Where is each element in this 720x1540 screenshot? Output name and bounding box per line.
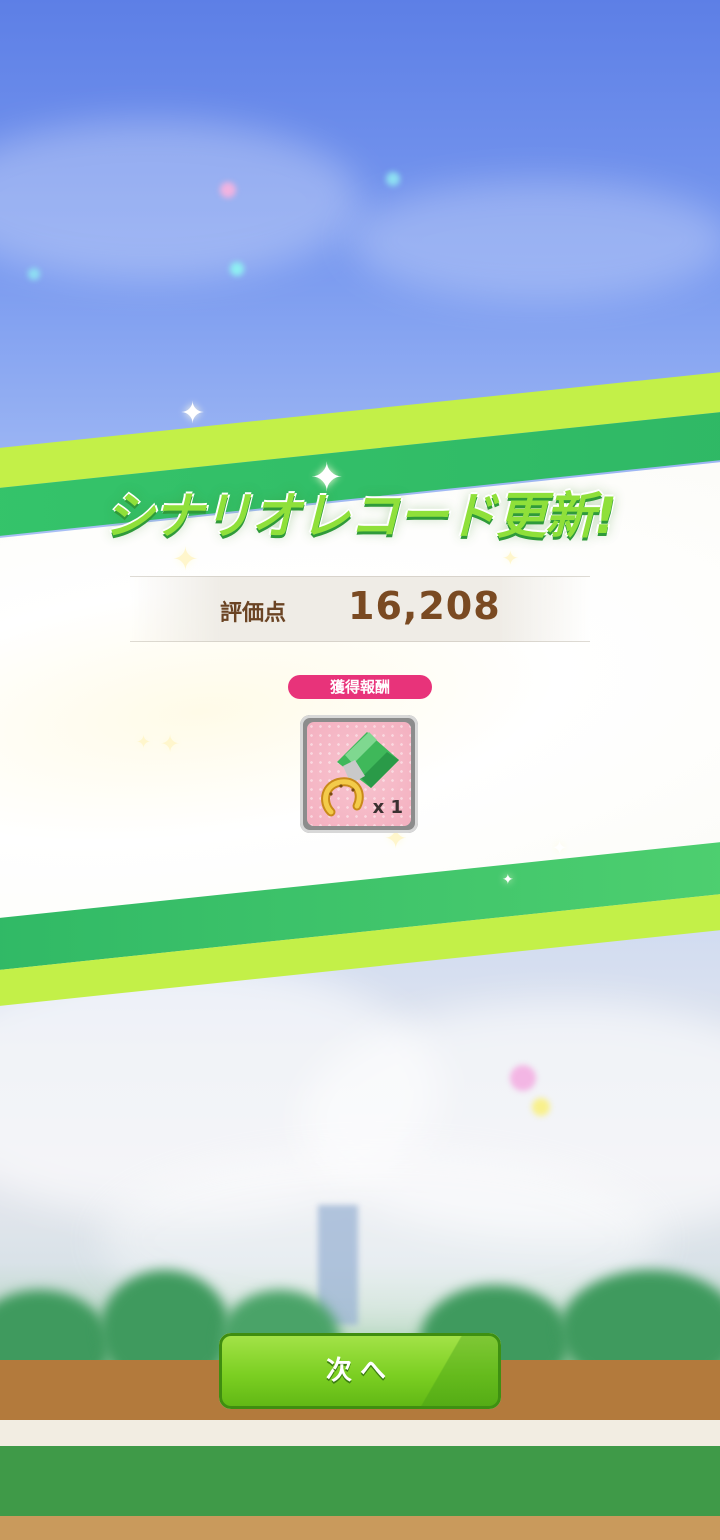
sparkle-icon: ✦ [180, 396, 206, 431]
next-button[interactable]: 次へ [219, 1333, 501, 1409]
score-label: 評価点 [220, 601, 287, 626]
reward-quantity: x 1 [372, 797, 403, 818]
reward-item-slot[interactable]: x 1 [300, 715, 418, 833]
sparkle-icon: ✦ [502, 872, 514, 888]
reward-label-badge: 獲得報酬 [288, 675, 432, 699]
reward-item-frame: x 1 [307, 722, 411, 826]
sparkle-icon: ✦ [502, 546, 519, 570]
score-value: 16,208 [348, 584, 501, 628]
record-update-title: シナリオレコード更新! [104, 487, 617, 545]
next-button-label: 次へ [325, 1356, 394, 1386]
sparkle-icon: ✦ [136, 732, 152, 753]
sparkle-icon: ✦ [160, 730, 181, 758]
sparkle-icon: ✦ [552, 838, 568, 859]
